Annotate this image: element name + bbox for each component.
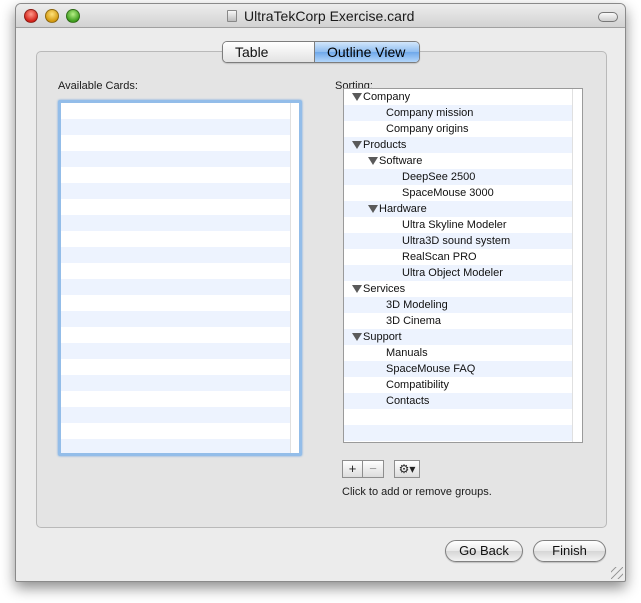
outline-row-label: 3D Modeling xyxy=(386,299,448,311)
available-card-row[interactable] xyxy=(61,199,299,215)
gear-icon[interactable]: ⚙▾ xyxy=(394,460,420,478)
outline-row-label: DeepSee 2500 xyxy=(402,171,476,183)
disclosure-triangle-icon[interactable] xyxy=(352,93,362,101)
outline-row-label: Ultra3D sound system xyxy=(402,235,511,247)
outline-row-label: RealScan PRO xyxy=(402,251,477,263)
window-title: UltraTekCorp Exercise.card xyxy=(244,8,415,24)
available-card-row[interactable] xyxy=(61,375,299,391)
outline-row-label: SpaceMouse 3000 xyxy=(402,187,494,199)
tab-table-view[interactable]: Table View xyxy=(223,42,315,62)
group-hint: Click to add or remove groups. xyxy=(342,486,492,498)
outline-row-label: Hardware xyxy=(379,203,427,215)
outline-row-label: Manuals xyxy=(386,347,428,359)
outline-row[interactable]: SpaceMouse FAQ xyxy=(344,361,582,377)
available-card-row[interactable] xyxy=(61,327,299,343)
tab-outline-view[interactable]: Outline View xyxy=(315,42,419,62)
available-card-row[interactable] xyxy=(61,391,299,407)
outline-row[interactable]: Company xyxy=(344,89,582,105)
available-cards-scrollbar[interactable] xyxy=(290,103,299,453)
outline-row-label: Services xyxy=(363,283,406,295)
outline-row[interactable]: Services xyxy=(344,281,582,297)
available-card-row[interactable] xyxy=(61,311,299,327)
available-card-row[interactable] xyxy=(61,215,299,231)
available-card-row[interactable] xyxy=(61,135,299,151)
outline-row-label: Support xyxy=(363,331,402,343)
resize-grip[interactable] xyxy=(611,567,623,579)
title-bar[interactable]: UltraTekCorp Exercise.card xyxy=(16,4,625,28)
go-back-button[interactable]: Go Back xyxy=(445,540,523,562)
outline-row[interactable]: Contacts xyxy=(344,393,582,409)
outline-row[interactable]: Ultra3D sound system xyxy=(344,233,582,249)
close-button[interactable] xyxy=(24,9,38,23)
outline-row-label: SpaceMouse FAQ xyxy=(386,363,476,375)
available-card-row[interactable] xyxy=(61,263,299,279)
outline-row[interactable]: RealScan PRO xyxy=(344,249,582,265)
available-card-row[interactable] xyxy=(61,151,299,167)
available-card-row[interactable] xyxy=(61,359,299,375)
group-buttons: + − ⚙▾ xyxy=(342,460,420,478)
outline-row[interactable]: Support xyxy=(344,329,582,345)
available-card-row[interactable] xyxy=(61,119,299,135)
disclosure-triangle-icon[interactable] xyxy=(352,141,362,149)
sorting-outline-scrollbar[interactable] xyxy=(572,89,582,442)
outline-row[interactable]: Compatibility xyxy=(344,377,582,393)
document-icon[interactable] xyxy=(227,10,237,22)
outline-row[interactable]: Ultra Skyline Modeler xyxy=(344,217,582,233)
outline-row-label: Company xyxy=(363,91,411,103)
outline-row[interactable]: Ultra Object Modeler xyxy=(344,265,582,281)
available-card-row[interactable] xyxy=(61,407,299,423)
disclosure-triangle-icon[interactable] xyxy=(368,157,378,165)
outline-row[interactable]: Software xyxy=(344,153,582,169)
outline-row[interactable]: 3D Modeling xyxy=(344,297,582,313)
available-card-row[interactable] xyxy=(61,279,299,295)
disclosure-triangle-icon[interactable] xyxy=(368,205,378,213)
available-card-row[interactable] xyxy=(61,439,299,453)
outline-row[interactable]: Hardware xyxy=(344,201,582,217)
outline-row-label: Contacts xyxy=(386,395,430,407)
outline-row[interactable]: Manuals xyxy=(344,345,582,361)
available-card-row[interactable] xyxy=(61,183,299,199)
outline-row-label: Company origins xyxy=(386,123,469,135)
outline-row[interactable]: Company mission xyxy=(344,105,582,121)
disclosure-triangle-icon[interactable] xyxy=(352,333,362,341)
remove-group-button[interactable]: − xyxy=(363,460,384,478)
outline-row[interactable]: Company origins xyxy=(344,121,582,137)
available-card-row[interactable] xyxy=(61,423,299,439)
zoom-button[interactable] xyxy=(66,9,80,23)
disclosure-triangle-icon[interactable] xyxy=(352,285,362,293)
available-card-row[interactable] xyxy=(61,247,299,263)
available-card-row[interactable] xyxy=(61,231,299,247)
outline-row[interactable]: 3D Cinema xyxy=(344,313,582,329)
outline-row-label: Ultra Skyline Modeler xyxy=(402,219,507,231)
outline-row[interactable]: Products xyxy=(344,137,582,153)
available-card-row[interactable] xyxy=(61,167,299,183)
minimize-button[interactable] xyxy=(45,9,59,23)
outline-empty-row xyxy=(344,409,582,425)
assistant-window: UltraTekCorp Exercise.card Table View Ou… xyxy=(15,3,626,582)
outline-row-label: Products xyxy=(363,139,407,151)
outline-row-label: Company mission xyxy=(386,107,474,119)
available-cards-list[interactable] xyxy=(58,100,302,456)
available-cards-label: Available Cards: xyxy=(58,80,138,92)
outline-row-label: Ultra Object Modeler xyxy=(402,267,503,279)
view-toggle: Table View Outline View xyxy=(222,41,420,63)
available-card-row[interactable] xyxy=(61,103,299,119)
outline-row[interactable]: SpaceMouse 3000 xyxy=(344,185,582,201)
outline-row-label: 3D Cinema xyxy=(386,315,442,327)
sorting-outline[interactable]: Company Company mission Company origins Pro… xyxy=(343,88,583,443)
toolbar-toggle-button[interactable] xyxy=(598,12,618,22)
finish-button[interactable]: Finish xyxy=(533,540,606,562)
add-group-button[interactable]: + xyxy=(342,460,363,478)
outline-empty-row xyxy=(344,425,582,441)
available-card-row[interactable] xyxy=(61,295,299,311)
outline-row-label: Compatibility xyxy=(386,379,449,391)
available-card-row[interactable] xyxy=(61,343,299,359)
outline-row[interactable]: DeepSee 2500 xyxy=(344,169,582,185)
outline-row-label: Software xyxy=(379,155,423,167)
